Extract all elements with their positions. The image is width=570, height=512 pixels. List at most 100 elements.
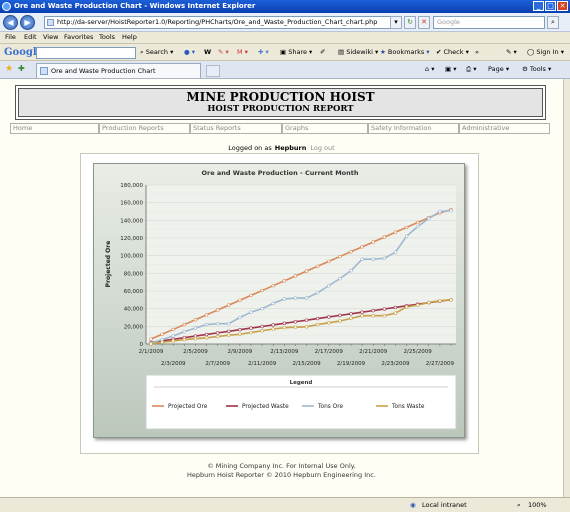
status-bar: ◉ Local intranet ⌕ 100% [0,497,570,512]
menu-edit[interactable]: Edit [24,32,37,43]
data-point-projected-ore [160,332,164,336]
page-menu[interactable]: Page ▾ [488,61,509,77]
new-tab-button[interactable] [206,65,220,77]
nav-administrative[interactable]: Administrative [459,123,550,134]
google-toolbar: Google ⌕ Search ▾ ● ▾ W ✎ ▾ M ▾ ✚ ▾ ▣ Sh… [0,43,570,61]
data-point-tons-ore [382,256,387,261]
data-point-tons-waste [293,325,298,329]
data-point-projected-waste [360,310,364,314]
menu-file[interactable]: File [5,32,16,43]
maximize-button[interactable]: □ [545,1,556,11]
add-favorites-icon[interactable]: ✚ [18,61,25,77]
home-icon[interactable]: ⌂ ▾ [425,61,434,77]
menu-favorites[interactable]: Favorites [64,32,93,43]
feeds-icon[interactable]: ▣ ▾ [445,61,456,77]
zone-label: Local intranet [422,501,467,509]
page-icon [47,19,54,26]
chart-panel: 0 20,000 40,000 60,000 80,000 100,000 120,000 1… [93,163,465,438]
google-search-label: Search [145,48,169,56]
pen-icon[interactable]: ✐ [320,44,325,60]
x-tick-label: 2/27/2009 [426,361,455,367]
x-tick-label: 2/17/2009 [315,349,344,355]
y-tick-label: 100,000 [120,254,143,260]
y-tick-label: 60,000 [124,289,144,295]
signin-label: Sign In [536,48,559,56]
data-point-tons-ore [204,322,209,327]
data-point-projected-waste [204,332,209,337]
footer-line-2: Hepburn Hoist Reporter © 2010 Hepburn En… [187,471,376,479]
data-point-tons-waste [415,303,420,307]
nav-production-reports[interactable]: Production Reports [99,123,190,134]
globe-icon[interactable]: ● ▾ [184,44,195,60]
menu-tools[interactable]: Tools [99,32,115,43]
translate-icon[interactable]: ✎ ▾ [218,44,229,60]
production-chart: 0 20,000 40,000 60,000 80,000 100,000 120,000 1… [105,169,457,430]
data-point-projected-waste [349,312,353,316]
zoom-level[interactable]: 100% [528,498,547,512]
data-point-tons-waste [238,332,242,336]
refresh-icon[interactable]: ↻ [404,16,416,29]
favorites-star-icon[interactable]: ★ [5,61,13,77]
data-point-tons-ore [349,268,353,273]
y-tick-label: 40,000 [124,307,144,313]
share-button[interactable]: ▣ Share ▾ [280,44,312,60]
search-icon[interactable]: ⌕ [547,16,559,29]
data-point-tons-ore [449,208,453,213]
stop-icon[interactable]: ✕ [418,16,430,29]
data-point-projected-waste [282,321,287,326]
data-point-tons-ore [171,334,175,338]
data-point-projected-ore [227,303,231,307]
data-point-tons-waste [215,334,220,339]
zoom-icon[interactable]: ⌕ [517,498,521,512]
sidewiki-button[interactable]: ▤ Sidewiki ▾ [338,44,378,60]
url-field[interactable]: http://da-server/HoistReporter1.0/Report… [44,16,400,29]
signin-button[interactable]: ◯ Sign In ▾ [527,44,564,60]
more-button[interactable]: » [475,44,479,60]
nav-safety-information[interactable]: Safety Information [368,123,459,134]
footer-line-1: © Mining Company Inc. For Internal Use O… [207,462,356,470]
google-search-input[interactable] [36,47,136,59]
x-tick-label: 2/11/2009 [248,361,277,367]
page-viewport: MINE PRODUCTION HOIST HOIST PRODUCTION R… [0,79,563,497]
google-search-button[interactable]: ⌕ Search ▾ [140,44,173,60]
vertical-scrollbar[interactable] [563,79,570,497]
check-button[interactable]: ✔ Check ▾ [436,44,469,60]
data-point-projected-waste [371,308,375,313]
menu-view[interactable]: View [43,32,58,43]
data-point-tons-waste [271,327,275,331]
page-footer: © Mining Company Inc. For Internal Use O… [0,462,563,480]
data-point-projected-ore [271,283,275,288]
data-point-tons-ore [315,291,320,295]
nav-status-reports[interactable]: Status Reports [190,123,282,134]
wrench-icon[interactable]: ✎ ▾ [506,44,517,60]
bookmarks-button[interactable]: ★ Bookmarks ▾ [380,44,430,60]
print-icon[interactable]: ⎙ ▾ [466,61,477,77]
plus-icon[interactable]: ✚ ▾ [258,44,269,60]
window-title-bar: Ore and Waste Production Chart - Windows… [0,0,570,13]
x-tick-label: 2/13/2009 [270,349,299,355]
data-point-tons-waste [249,330,253,335]
x-tick-label: 2/9/2009 [228,349,253,355]
logout-link[interactable]: Log out [310,144,334,152]
data-point-projected-ore [393,230,398,234]
minimize-button[interactable]: _ [533,1,544,11]
nav-home[interactable]: Home [10,123,99,134]
search-input[interactable]: Google [433,16,545,29]
window-title: Ore and Waste Production Chart - Windows… [14,2,256,10]
data-point-tons-ore [215,321,220,326]
chart-title: Ore and Waste Production - Current Month [201,169,358,177]
url-dropdown-button[interactable]: ▾ [390,16,402,29]
forward-button[interactable]: ▶ [20,15,35,30]
tab-ore-waste-chart[interactable]: Ore and Waste Production Chart [36,63,201,78]
tools-menu[interactable]: ⚙ Tools ▾ [522,61,551,77]
url-text: http://da-server/HoistReporter1.0/Report… [57,18,378,26]
data-point-projected-waste [293,320,298,324]
wikipedia-icon[interactable]: W [204,44,211,60]
nav-graphs[interactable]: Graphs [282,123,368,134]
gmail-icon[interactable]: M ▾ [237,44,248,60]
data-point-tons-waste [349,316,353,321]
data-point-tons-ore [227,321,231,326]
menu-help[interactable]: Help [122,32,137,43]
back-button[interactable]: ◀ [3,15,18,30]
close-button[interactable]: ✕ [557,1,568,11]
